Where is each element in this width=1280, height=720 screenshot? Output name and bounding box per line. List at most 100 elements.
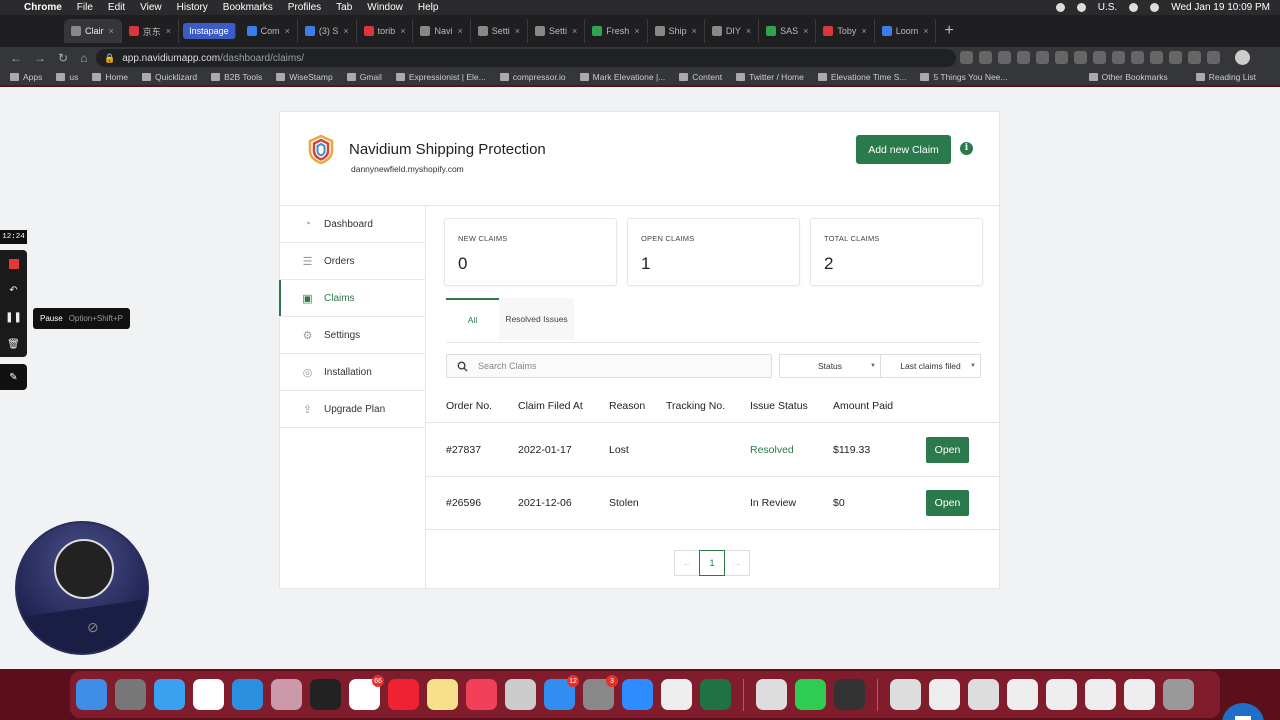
menu-window[interactable]: Window bbox=[367, 2, 403, 13]
bookmark-item[interactable]: us bbox=[56, 72, 78, 82]
close-tab-icon[interactable]: × bbox=[343, 26, 348, 36]
document-icon[interactable] bbox=[929, 679, 960, 710]
browser-tab[interactable]: Setti × bbox=[471, 19, 529, 43]
layers-icon[interactable] bbox=[661, 679, 692, 710]
browser-tab[interactable]: (3) S × bbox=[298, 19, 357, 43]
extension-icon[interactable] bbox=[1055, 51, 1068, 64]
extension-icon[interactable] bbox=[1150, 51, 1163, 64]
browser-tab[interactable]: Navi × bbox=[413, 19, 471, 43]
close-tab-icon[interactable]: × bbox=[746, 26, 751, 36]
close-tab-icon[interactable]: × bbox=[923, 26, 928, 36]
close-tab-icon[interactable]: × bbox=[634, 26, 639, 36]
zoom-icon[interactable] bbox=[622, 679, 653, 710]
bookmark-item[interactable]: Gmail bbox=[346, 72, 382, 82]
column-header[interactable]: Order No. bbox=[446, 400, 492, 412]
bookmark-item[interactable]: Quicklizard bbox=[142, 72, 197, 82]
tab-resolved-issues[interactable]: Resolved Issues bbox=[499, 298, 574, 340]
sidebar-item-settings[interactable]: ⚙ Settings bbox=[280, 317, 425, 354]
downloads-icon[interactable] bbox=[890, 679, 921, 710]
extension-icon[interactable] bbox=[979, 51, 992, 64]
launchpad-icon[interactable] bbox=[271, 679, 302, 710]
bookmark-item[interactable]: Elevatione Time S... bbox=[817, 72, 906, 82]
browser-tab[interactable]: Ship × bbox=[648, 19, 705, 43]
column-header[interactable]: Amount Paid bbox=[833, 400, 893, 412]
mosaic-icon[interactable] bbox=[310, 679, 341, 710]
sidebar-item-orders[interactable]: ☰ Orders bbox=[280, 243, 425, 280]
search-icon[interactable] bbox=[1129, 3, 1139, 12]
obs-icon[interactable] bbox=[834, 679, 865, 710]
stop-recording-button[interactable] bbox=[0, 250, 27, 277]
safari-icon[interactable] bbox=[154, 679, 185, 710]
profile-avatar[interactable] bbox=[1235, 50, 1250, 65]
prev-page-button[interactable]: ← bbox=[674, 550, 700, 576]
control-center-icon[interactable] bbox=[1150, 3, 1160, 12]
webcam-bubble[interactable]: ⊘ bbox=[15, 521, 149, 655]
close-tab-icon[interactable]: × bbox=[515, 26, 520, 36]
notes-icon[interactable] bbox=[427, 679, 458, 710]
extension-icon[interactable] bbox=[1112, 51, 1125, 64]
wifi-icon[interactable] bbox=[1055, 3, 1065, 12]
preview-icon[interactable] bbox=[505, 679, 536, 710]
music-icon[interactable] bbox=[466, 679, 497, 710]
extension-icon[interactable] bbox=[1074, 51, 1087, 64]
reload-icon[interactable]: ↻ bbox=[58, 51, 68, 65]
close-tab-icon[interactable]: × bbox=[572, 26, 577, 36]
finder-icon[interactable] bbox=[76, 679, 107, 710]
extension-icon[interactable] bbox=[960, 51, 973, 64]
input-source-label[interactable]: U.S. bbox=[1098, 2, 1117, 13]
menu-help[interactable]: Help bbox=[418, 2, 439, 13]
search-claims-input[interactable] bbox=[478, 361, 758, 371]
bookmark-item[interactable]: Mark Elevatione |... bbox=[579, 72, 665, 82]
chrome-icon[interactable] bbox=[756, 679, 787, 710]
bookmark-item[interactable]: Home bbox=[92, 72, 128, 82]
column-header[interactable]: Reason bbox=[609, 400, 645, 412]
back-icon[interactable]: ← bbox=[10, 51, 22, 65]
extension-icon[interactable] bbox=[1093, 51, 1106, 64]
excel-icon[interactable] bbox=[700, 679, 731, 710]
chat-widget-button[interactable] bbox=[1222, 703, 1264, 720]
close-tab-icon[interactable]: × bbox=[166, 26, 171, 36]
browser-tab[interactable]: Clair × bbox=[64, 19, 122, 43]
bookmark-item[interactable]: compressor.io bbox=[499, 72, 566, 82]
browser-tab[interactable]: Loom × bbox=[875, 19, 937, 43]
browser-tab[interactable]: DIY × bbox=[705, 19, 760, 43]
address-bar[interactable]: 🔒 app.navidiumapp.com/dashboard/claims/ bbox=[96, 49, 956, 67]
trash-icon[interactable] bbox=[1163, 679, 1194, 710]
dropbox-icon[interactable] bbox=[232, 679, 263, 710]
column-header[interactable]: Issue Status bbox=[750, 400, 808, 412]
window-thumbnail[interactable] bbox=[1085, 679, 1116, 710]
pause-button[interactable]: ❚❚ bbox=[0, 304, 27, 331]
menu-bookmarks[interactable]: Bookmarks bbox=[223, 2, 273, 13]
calculator-icon[interactable] bbox=[115, 679, 146, 710]
whatsapp-icon[interactable] bbox=[795, 679, 826, 710]
menu-profiles[interactable]: Profiles bbox=[288, 2, 321, 13]
sort-select[interactable]: Last claims filed ▼ bbox=[880, 354, 981, 378]
browser-tab[interactable]: SAS × bbox=[759, 19, 817, 43]
tab-all[interactable]: All bbox=[446, 298, 499, 340]
sidebar-item-dashboard[interactable]: ◔ Dashboard bbox=[280, 206, 425, 243]
next-page-button[interactable]: → bbox=[724, 550, 750, 576]
delete-recording-button[interactable]: 🗑 bbox=[0, 331, 27, 358]
tab-group-label[interactable]: Instapage bbox=[183, 23, 236, 39]
browser-tab[interactable]: torib × bbox=[357, 19, 414, 43]
browser-tab[interactable]: Com × bbox=[240, 19, 298, 43]
close-tab-icon[interactable]: × bbox=[861, 26, 866, 36]
system-preferences-icon[interactable]: 3 bbox=[583, 675, 618, 710]
extension-icon[interactable] bbox=[998, 51, 1011, 64]
extension-icon[interactable] bbox=[1017, 51, 1030, 64]
other-bookmarks[interactable]: Other Bookmarks bbox=[1088, 72, 1168, 82]
bookmark-item[interactable]: WiseStamp bbox=[276, 72, 333, 82]
add-new-claim-button[interactable]: Add new Claim bbox=[856, 135, 951, 164]
slack-icon[interactable]: 66 bbox=[349, 675, 384, 710]
menu-file[interactable]: File bbox=[77, 2, 93, 13]
sidebar-item-upgrade-plan[interactable]: ⇪ Upgrade Plan bbox=[280, 391, 425, 428]
extension-icon[interactable] bbox=[1169, 51, 1182, 64]
sidebar-item-installation[interactable]: ◎ Installation bbox=[280, 354, 425, 391]
column-header[interactable]: Tracking No. bbox=[666, 400, 725, 412]
close-tab-icon[interactable]: × bbox=[803, 26, 808, 36]
close-tab-icon[interactable]: × bbox=[692, 26, 697, 36]
window-thumbnail[interactable] bbox=[1046, 679, 1077, 710]
menu-view[interactable]: View bbox=[140, 2, 162, 13]
info-icon[interactable]: i bbox=[960, 142, 973, 155]
extension-icon[interactable] bbox=[1131, 51, 1144, 64]
